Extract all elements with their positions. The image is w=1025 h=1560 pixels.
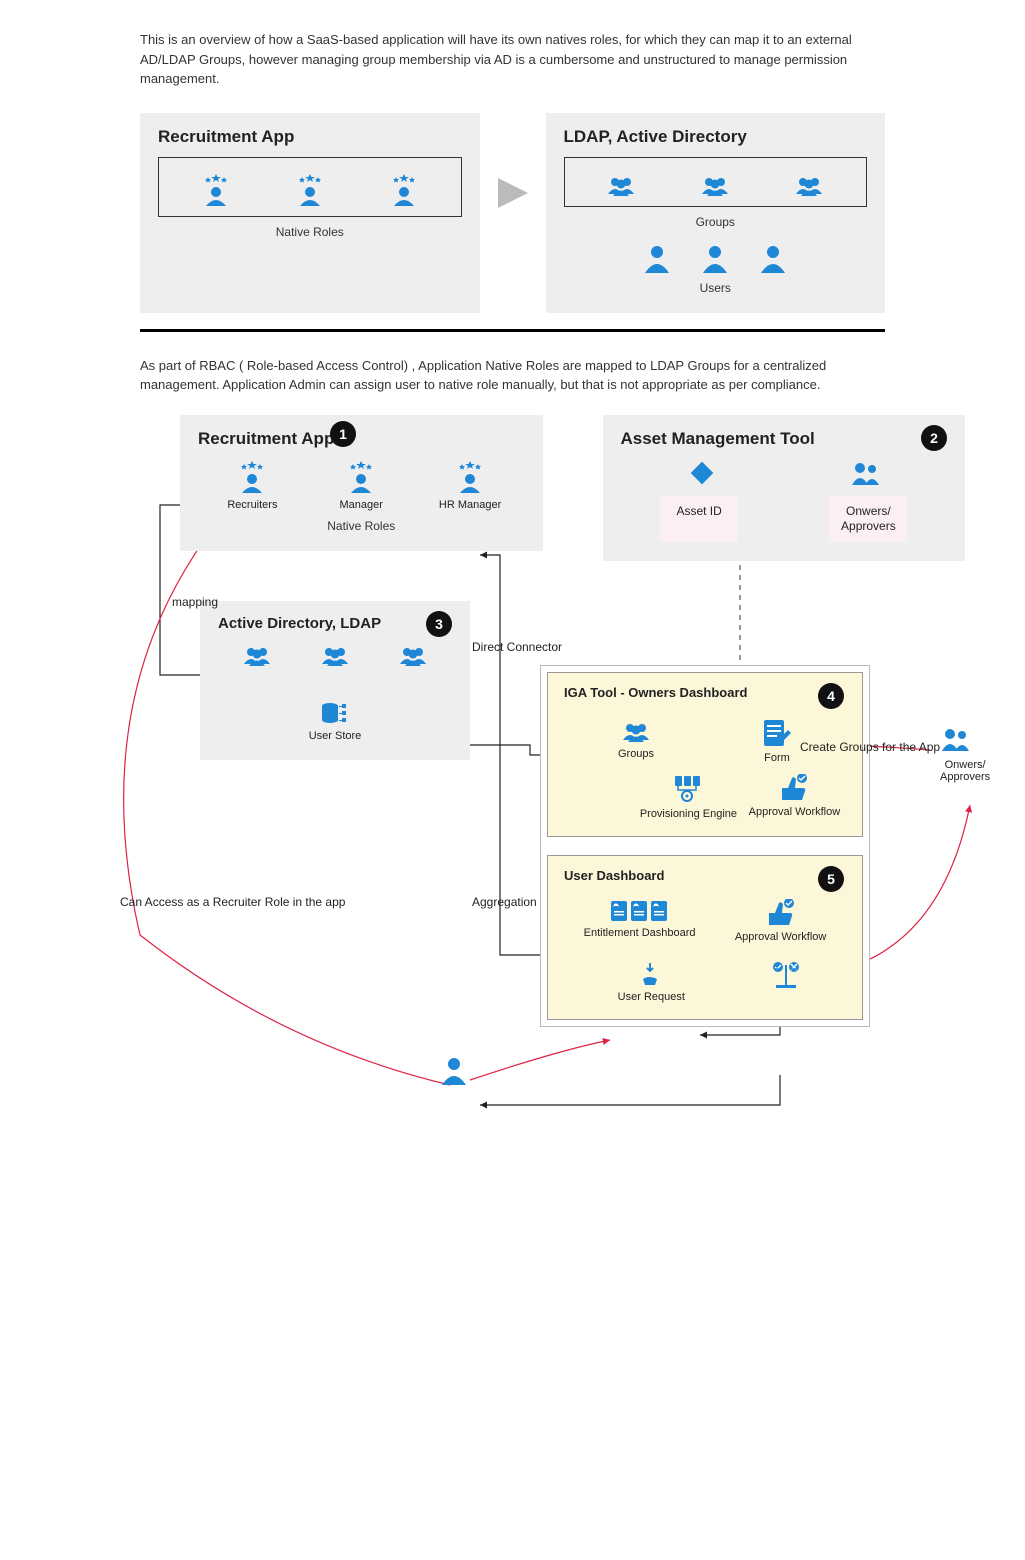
role-manager: Manager [340,499,383,511]
group-icon [699,172,731,198]
badge-1: 1 [330,421,356,447]
user-store-label: User Store [309,730,362,742]
role-icon [236,459,268,495]
group-icon [319,642,351,668]
db-icon [320,702,350,726]
duo-icon [940,725,974,755]
entitle-label: Entitlement Dashboard [584,927,696,939]
doc-icon [631,899,649,923]
panel-recruitment-2: 1 Recruitment App Recruiters Manager HR … [180,415,543,551]
form-icon [762,718,792,748]
user-icon [643,243,671,273]
badge-3: 3 [426,611,452,637]
doc-icon [651,899,669,923]
native-roles-label: Native Roles [158,225,462,239]
group-icon [793,172,825,198]
iga-prov-label: Provisioning Engine [640,808,737,820]
role-icon [294,172,326,208]
badge-5: 5 [818,866,844,892]
diagram-section2: 1 Recruitment App Recruiters Manager HR … [80,415,965,1520]
hand-req-icon [639,961,663,987]
section-divider [140,329,885,332]
role-icon [388,172,420,208]
role-recruiters: Recruiters [227,499,277,511]
group-icon [397,642,429,668]
panel-ad: 3 Active Directory, LDAP User Store [200,601,470,760]
doc-icon [611,899,629,923]
user-icon [701,243,729,273]
create-groups-label: Create Groups for the App [800,740,940,754]
access-recruiter-label: Can Access as a Recruiter Role in the ap… [120,895,345,909]
recruitment-title-2: Recruitment App [198,429,525,449]
role-icon [454,459,486,495]
scale-icon [772,961,802,991]
role-icon [345,459,377,495]
panel-asset: 2 Asset Management Tool Asset ID Onwers/… [603,415,966,561]
intro-text-1: This is an overview of how a SaaS-based … [140,30,885,89]
owners-right: Onwers/ Approvers [940,725,990,783]
ad-title: Active Directory, LDAP [218,615,452,632]
badge-2: 2 [921,425,947,451]
iga-title: IGA Tool - Owners Dashboard [564,685,846,700]
group-icon [620,718,652,744]
mapping-label: mapping [172,595,218,609]
owners-right-label: Onwers/ Approvers [940,759,990,783]
diamond-icon [688,459,716,487]
arrow-grey-icon [498,153,528,273]
role-hr-manager: HR Manager [439,499,501,511]
panel-ldap: LDAP, Active Directory Groups Users [546,113,886,313]
asset-title: Asset Management Tool [621,429,948,449]
panel-iga: 4 IGA Tool - Owners Dashboard Groups For… [547,672,863,837]
iga-form-label: Form [764,752,790,764]
user-req-label: User Request [618,991,685,1003]
bottom-user [440,1055,474,1093]
thumb-icon [767,899,795,927]
panel-recruitment: Recruitment App Native Roles [140,113,480,313]
user-icon [440,1055,474,1093]
badge-4: 4 [818,683,844,709]
asset-id-box: Asset ID [659,495,739,543]
direct-connector-label: Direct Connector [472,640,562,654]
groups-label: Groups [564,215,868,229]
intro-text-2: As part of RBAC ( Role-based Access Cont… [140,356,885,395]
duo-icon [850,459,880,487]
role-icon [200,172,232,208]
aggregation-label: Aggregation [472,895,537,909]
section1-row: Recruitment App Native Roles LDAP, Activ… [140,113,885,313]
group-icon [241,642,273,668]
recruitment-title: Recruitment App [158,127,462,147]
iga-groups-label: Groups [618,748,654,760]
ldap-title: LDAP, Active Directory [564,127,868,147]
group-icon [605,172,637,198]
panel-user-dashboard: 5 User Dashboard Entitlement Dashboard A… [547,855,863,1020]
user-dash-title: User Dashboard [564,868,846,883]
native-roles-label-2: Native Roles [198,519,525,533]
prov-icon [673,774,703,804]
users-label: Users [564,281,868,295]
iga-approval-label: Approval Workflow [749,806,841,818]
thumb-icon [780,774,808,802]
owners-box: Onwers/ Approvers [828,495,908,543]
ud-approval-label: Approval Workflow [735,931,827,943]
user-icon [759,243,787,273]
